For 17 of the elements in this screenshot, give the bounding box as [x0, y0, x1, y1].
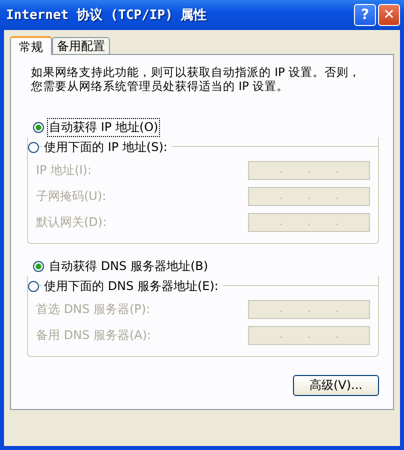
tab[interactable]: 常规 [10, 36, 52, 55]
advanced-button[interactable]: 高级(V)... [293, 375, 379, 396]
close-button[interactable]: ✕ [378, 4, 400, 26]
help-button[interactable]: ? [354, 4, 376, 26]
tab[interactable]: 备用配置 [52, 37, 110, 54]
radio-button[interactable] [28, 280, 39, 292]
radio-label[interactable]: 自动获得 DNS 服务器地址(B) [47, 256, 210, 276]
window-title: Internet 协议 (TCP/IP) 属性 [6, 6, 208, 24]
field-label: 首选 DNS 服务器(P): [36, 300, 150, 318]
field-label: 备用 DNS 服务器(A): [36, 326, 152, 344]
radio-button[interactable] [33, 260, 44, 272]
description-text: 如果网络支持此功能，则可以获取自动指派的 IP 设置。否则，您需要从网络系统管理员处获得适当的 IP 设置。 [31, 65, 362, 93]
radio-button[interactable] [28, 142, 39, 152]
field-label: IP 地址(I): [36, 162, 92, 178]
field-label: 子网掩码(U): [36, 188, 106, 204]
field-label: 默认网关(D): [36, 214, 107, 230]
radio-button[interactable] [33, 122, 44, 132]
